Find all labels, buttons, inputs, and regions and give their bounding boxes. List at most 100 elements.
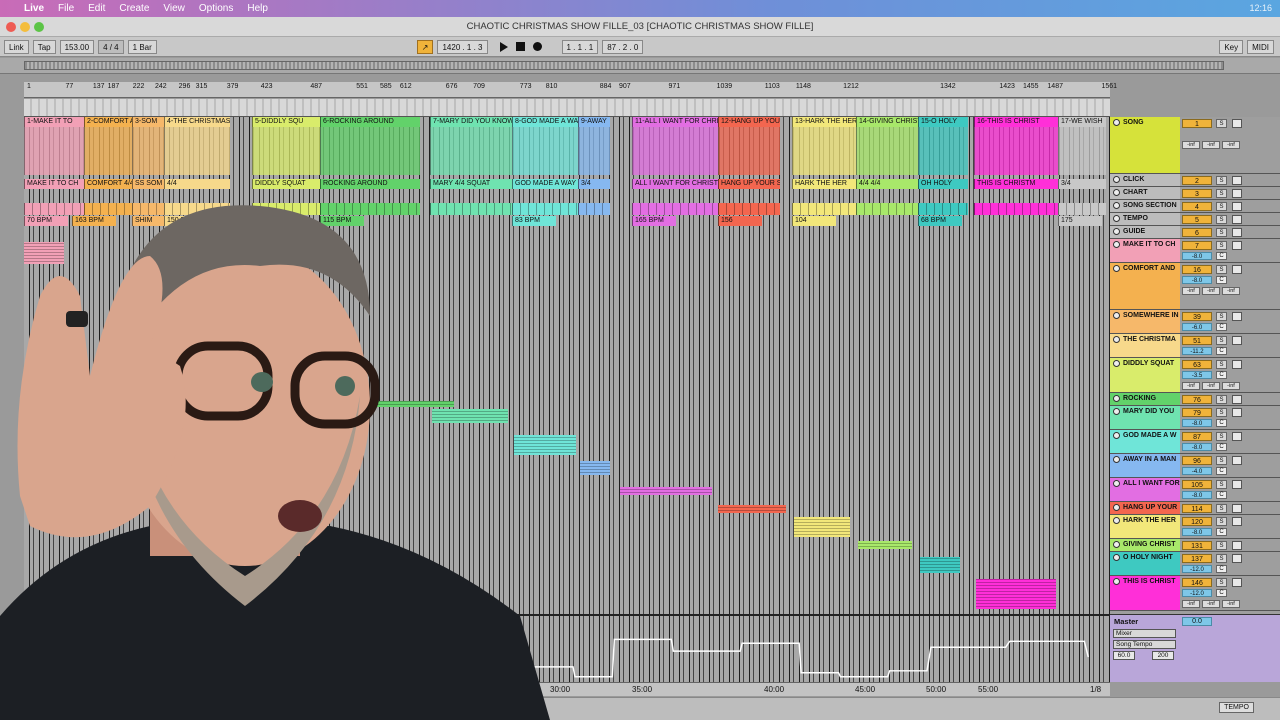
track-play-icon[interactable] <box>1113 578 1120 585</box>
mixer-track[interactable]: MAKE IT TO CH 7 S -8.0 C <box>1110 239 1280 263</box>
menu-view[interactable]: View <box>163 3 185 14</box>
signature-field[interactable]: 4 / 4 <box>98 39 124 54</box>
menu-options[interactable]: Options <box>199 3 233 14</box>
monitor-icon[interactable] <box>1232 265 1242 274</box>
track-volume[interactable]: -8.0 <box>1182 491 1212 499</box>
track-number[interactable]: 51 <box>1182 336 1212 345</box>
clip-song[interactable]: 7-MARY DID YOU KNOW <box>430 117 512 127</box>
stop-icon[interactable] <box>515 42 525 51</box>
clip-chart[interactable]: MAKE IT TO CH <box>24 179 84 189</box>
track-name[interactable]: HANG UP YOUR <box>1110 502 1180 514</box>
track-play-icon[interactable] <box>1113 119 1120 126</box>
mixer-track[interactable]: AWAY IN A MAN 96 S -4.0 C <box>1110 454 1280 478</box>
tap-button[interactable]: Tap <box>32 39 56 54</box>
track-number[interactable]: 2 <box>1182 176 1212 185</box>
track-number[interactable]: 7 <box>1182 241 1212 250</box>
clip-song[interactable]: 14-GIVING CHRIST <box>856 117 918 127</box>
position-field[interactable]: 1420 . 1 . 3 <box>437 39 488 54</box>
clip-chart[interactable]: COMFORT 4/4 <box>84 179 132 189</box>
clip-tempo[interactable]: 68 BPM <box>918 216 962 226</box>
track-number[interactable]: 87 <box>1182 432 1212 441</box>
tempo-field[interactable]: 153.00 <box>59 39 95 54</box>
track-number[interactable]: 79 <box>1182 408 1212 417</box>
track-name[interactable]: CHART <box>1110 187 1180 199</box>
track-play-icon[interactable] <box>1113 265 1120 272</box>
minimize-window-icon[interactable] <box>20 22 30 32</box>
clip-chart[interactable]: SS SOM <box>132 179 164 189</box>
track-name[interactable]: THE CHRISTMA <box>1110 334 1180 357</box>
mixer-track[interactable]: SOMEWHERE IN 39 S -6.0 C <box>1110 310 1280 334</box>
track-name[interactable]: SOMEWHERE IN <box>1110 310 1180 333</box>
pan-center[interactable]: C <box>1216 347 1227 355</box>
clip-chart[interactable]: THIS IS CHRISTM <box>974 179 1058 189</box>
track-number[interactable]: 114 <box>1182 504 1212 513</box>
track-number[interactable]: 96 <box>1182 456 1212 465</box>
monitor-icon[interactable] <box>1232 554 1242 563</box>
monitor-icon[interactable] <box>1232 312 1242 321</box>
track-volume[interactable]: -8.0 <box>1182 443 1212 451</box>
section-clip[interactable] <box>578 203 610 215</box>
mixer-track[interactable]: THE CHRISTMA 51 S -11.2 C <box>1110 334 1280 358</box>
clip-song[interactable]: 8-GOD MADE A WAY <box>512 117 578 127</box>
clip-song[interactable]: 6-ROCKING AROUND <box>320 117 420 127</box>
arrangement-overview[interactable] <box>0 58 1280 74</box>
mixer-track[interactable]: HANG UP YOUR 114 S <box>1110 502 1280 515</box>
clip-song[interactable]: 5-DIDDLY SQU <box>252 117 320 127</box>
clip-song[interactable]: 11-ALL I WANT FOR CHRISTM <box>632 117 718 127</box>
close-window-icon[interactable] <box>6 22 16 32</box>
master-track[interactable]: Master 0.0 Mixer Song Tempo 60.0 200 <box>1110 614 1280 682</box>
section-clip[interactable] <box>632 203 718 215</box>
monitor-icon[interactable] <box>1232 395 1242 404</box>
solo-button[interactable]: S <box>1216 336 1227 345</box>
mixer-track[interactable]: MARY DID YOU 79 S -8.0 C <box>1110 406 1280 430</box>
track-volume[interactable]: -12.0 <box>1182 565 1212 573</box>
solo-button[interactable]: S <box>1216 541 1227 550</box>
pan-center[interactable]: C <box>1216 371 1227 379</box>
monitor-icon[interactable] <box>1232 241 1242 250</box>
pan-center[interactable]: C <box>1216 276 1227 284</box>
track-name[interactable]: SONG <box>1110 117 1180 173</box>
track-volume[interactable]: -8.0 <box>1182 528 1212 536</box>
solo-button[interactable]: S <box>1216 265 1227 274</box>
track-name[interactable]: CLICK <box>1110 174 1180 186</box>
track-play-icon[interactable] <box>1113 432 1120 439</box>
track-volume[interactable]: -8.0 <box>1182 252 1212 260</box>
clip-chart[interactable]: ROCKING AROUND <box>320 179 420 189</box>
section-clip[interactable] <box>1058 203 1106 215</box>
solo-button[interactable]: S <box>1216 215 1227 224</box>
solo-button[interactable]: S <box>1216 456 1227 465</box>
pan-center[interactable]: C <box>1216 419 1227 427</box>
clip-chart[interactable]: 4/4 <box>164 179 230 189</box>
pan-center[interactable]: C <box>1216 589 1227 597</box>
monitor-icon[interactable] <box>1232 480 1242 489</box>
track-play-icon[interactable] <box>1113 395 1120 402</box>
monitor-icon[interactable] <box>1232 517 1242 526</box>
solo-button[interactable]: S <box>1216 432 1227 441</box>
pan-center[interactable]: C <box>1216 467 1227 475</box>
section-clip[interactable] <box>974 203 1058 215</box>
solo-button[interactable]: S <box>1216 119 1227 128</box>
track-name[interactable]: HARK THE HER <box>1110 515 1180 538</box>
track-name[interactable]: ALL I WANT FOR <box>1110 478 1180 501</box>
solo-button[interactable]: S <box>1216 480 1227 489</box>
loop-length-field[interactable]: 87 . 2 . 0 <box>602 39 644 54</box>
clip-chart[interactable]: 3/4 <box>1058 179 1106 189</box>
track-volume[interactable]: -8.0 <box>1182 276 1212 284</box>
monitor-icon[interactable] <box>1232 176 1242 185</box>
follow-button[interactable]: ↗ <box>416 39 434 54</box>
track-play-icon[interactable] <box>1113 408 1120 415</box>
clip-chart[interactable]: ALL I WANT FOR CHRISTM <box>632 179 718 189</box>
mixer-track[interactable]: GIVING CHRIST 131 S <box>1110 539 1280 552</box>
pan-center[interactable]: C <box>1216 323 1227 331</box>
track-number[interactable]: 137 <box>1182 554 1212 563</box>
monitor-icon[interactable] <box>1232 215 1242 224</box>
pan-center[interactable]: C <box>1216 491 1227 499</box>
monitor-icon[interactable] <box>1232 456 1242 465</box>
track-name[interactable]: GOD MADE A W <box>1110 430 1180 453</box>
track-name[interactable]: THIS IS CHRIST <box>1110 576 1180 610</box>
clip-song[interactable]: 4-THE CHRISTMAS <box>164 117 230 127</box>
menu-create[interactable]: Create <box>119 3 149 14</box>
mixer-track[interactable]: ALL I WANT FOR 105 S -8.0 C <box>1110 478 1280 502</box>
solo-button[interactable]: S <box>1216 189 1227 198</box>
track-play-icon[interactable] <box>1113 215 1120 222</box>
